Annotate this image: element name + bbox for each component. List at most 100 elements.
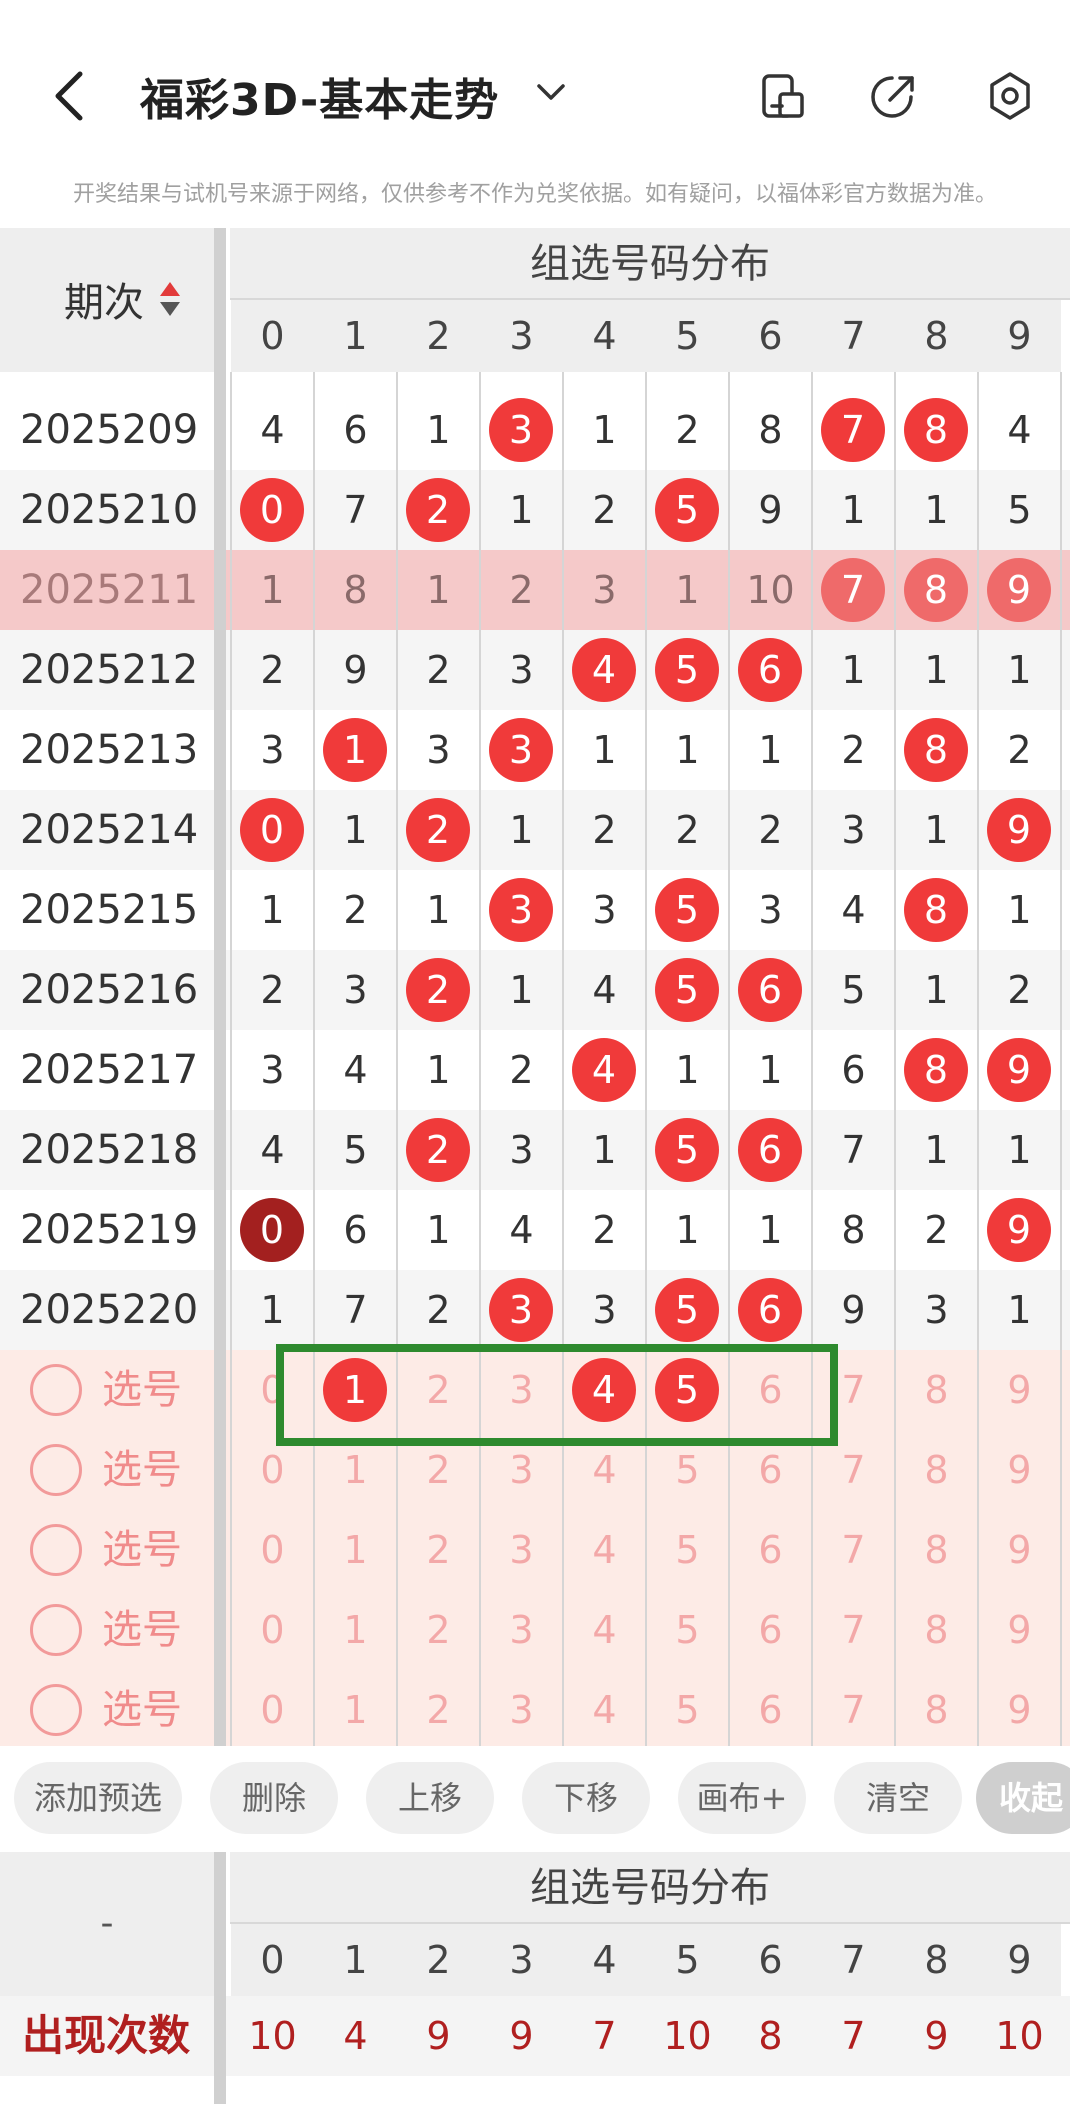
pick-digit[interactable]: 3 [480,1590,563,1670]
pick-digit[interactable]: 1 [314,1510,397,1590]
pick-label[interactable]: 选号 [102,1510,182,1590]
digit-cell: 1 [426,408,451,452]
clear-button[interactable]: 清空 [834,1762,962,1834]
top-bar: 福彩3D-基本走势 [0,0,1070,170]
digit-cell: 1 [426,1048,451,1092]
pick-digit[interactable]: 1 [314,1590,397,1670]
digit-cell: 6 [729,1110,812,1190]
digit-cell: 1 [758,1208,783,1252]
pick-digit[interactable]: 5 [646,1670,729,1750]
pick-digit[interactable]: 8 [895,1590,978,1670]
pick-digit[interactable]: 4 [563,1590,646,1670]
pick-radio[interactable] [30,1684,82,1736]
hit-ball: 3 [489,1278,553,1342]
digit-cell: 3 [509,1128,534,1172]
digit-cell: 2 [841,728,866,772]
hit-ball: 9 [987,1038,1051,1102]
appear-count-cell: 7 [592,2014,617,2058]
digit-cell: 1 [1007,648,1032,692]
pick-digit[interactable]: 5 [646,1510,729,1590]
digit-cell: 2 [260,968,285,1012]
canvas-button[interactable]: 画布+ [678,1762,806,1834]
delete-button[interactable]: 删除 [210,1762,338,1834]
digit-cell: 4 [260,1128,285,1172]
pick-digit[interactable]: 4 [563,1510,646,1590]
stats-digit-header-5: 5 [646,1924,729,1996]
digit-cell: 8 [895,1030,978,1110]
collapse-button[interactable]: 收起 [976,1762,1070,1834]
digit-cell: 4 [509,1208,534,1252]
pick-digit[interactable]: 0 [231,1590,314,1670]
pick-digit[interactable]: 8 [895,1510,978,1590]
pick-digit[interactable]: 1 [314,1670,397,1750]
digit-cell: 4 [592,968,617,1012]
digit-cell: 6 [729,950,812,1030]
digit-cell: 3 [480,390,563,470]
column-line [977,372,979,1750]
disclaimer-notice: 开奖结果与试机号来源于网络，仅供参考不作为兑奖依据。如有疑问，以福体彩官方数据为… [72,182,997,207]
share-icon[interactable] [868,70,918,122]
digit-header-6: 6 [729,300,812,372]
pick-label[interactable]: 选号 [102,1670,182,1750]
pick-label[interactable]: 选号 [102,1350,182,1430]
pick-digit[interactable]: 0 [231,1510,314,1590]
pick-digit[interactable]: 2 [397,1590,480,1670]
pick-digit[interactable]: 8 [895,1670,978,1750]
pick-label[interactable]: 选号 [102,1430,182,1510]
pick-radio[interactable] [30,1364,82,1416]
pick-digit[interactable]: 6 [729,1670,812,1750]
digit-cell: 1 [260,888,285,932]
pick-digit[interactable]: 2 [397,1510,480,1590]
pick-label[interactable]: 选号 [102,1590,182,1670]
move-down-button[interactable]: 下移 [522,1762,650,1834]
pick-digit[interactable]: 9 [978,1430,1061,1510]
table-row: 2025212 2 9 2 3 4 5 6 1 1 1 [0,630,1070,710]
hit-ball: 1 [323,718,387,782]
pick-digit[interactable]: 2 [397,1670,480,1750]
pick-digit[interactable]: 6 [729,1590,812,1670]
pick-digit[interactable]: 3 [480,1510,563,1590]
sort-icon[interactable] [158,280,182,320]
appear-count-label: 出现次数 [22,2011,191,2060]
pick-digit[interactable]: 9 [978,1350,1061,1430]
page-title[interactable]: 福彩3D-基本走势 [140,64,499,128]
column-line [1060,372,1062,1750]
digit-cell: 3 [592,568,617,612]
move-up-button[interactable]: 上移 [366,1762,494,1834]
pick-digit[interactable]: 8 [895,1350,978,1430]
pick-digit[interactable]: 3 [480,1670,563,1750]
pick-digit[interactable]: 9 [978,1590,1061,1670]
table-row: 2025217 3 4 1 2 4 1 1 6 8 9 [0,1030,1070,1110]
settings-icon[interactable] [985,70,1035,122]
add-preselect-button[interactable]: 添加预选 [14,1762,182,1834]
digit-header-2: 2 [397,300,480,372]
digit-cell: 8 [895,710,978,790]
pick-digit[interactable]: 5 [646,1590,729,1670]
pick-digit[interactable]: 7 [812,1590,895,1670]
digit-cell: 4 [343,1048,368,1092]
pick-radio[interactable] [30,1604,82,1656]
column-separator [214,1852,226,2104]
digit-cell: 3 [426,728,451,772]
pick-digit[interactable]: 6 [729,1510,812,1590]
digit-cell: 6 [729,630,812,710]
digit-cell: 6 [343,408,368,452]
back-icon[interactable] [50,70,90,122]
hit-ball: 3 [489,878,553,942]
digit-header-5: 5 [646,300,729,372]
hit-ball: 7 [821,398,885,462]
pick-digit[interactable]: 0 [231,1670,314,1750]
phone-icon[interactable] [758,70,808,122]
pick-radio[interactable] [30,1444,82,1496]
digit-cell: 3 [758,888,783,932]
digit-cell: 2 [397,470,480,550]
pick-digit[interactable]: 7 [812,1670,895,1750]
pick-digit[interactable]: 9 [978,1510,1061,1590]
pick-digit[interactable]: 4 [563,1670,646,1750]
chevron-down-icon[interactable] [535,80,567,104]
period-header[interactable]: 期次 [0,228,214,372]
pick-digit[interactable]: 8 [895,1430,978,1510]
pick-radio[interactable] [30,1524,82,1576]
pick-digit[interactable]: 7 [812,1510,895,1590]
pick-digit[interactable]: 9 [978,1670,1061,1750]
